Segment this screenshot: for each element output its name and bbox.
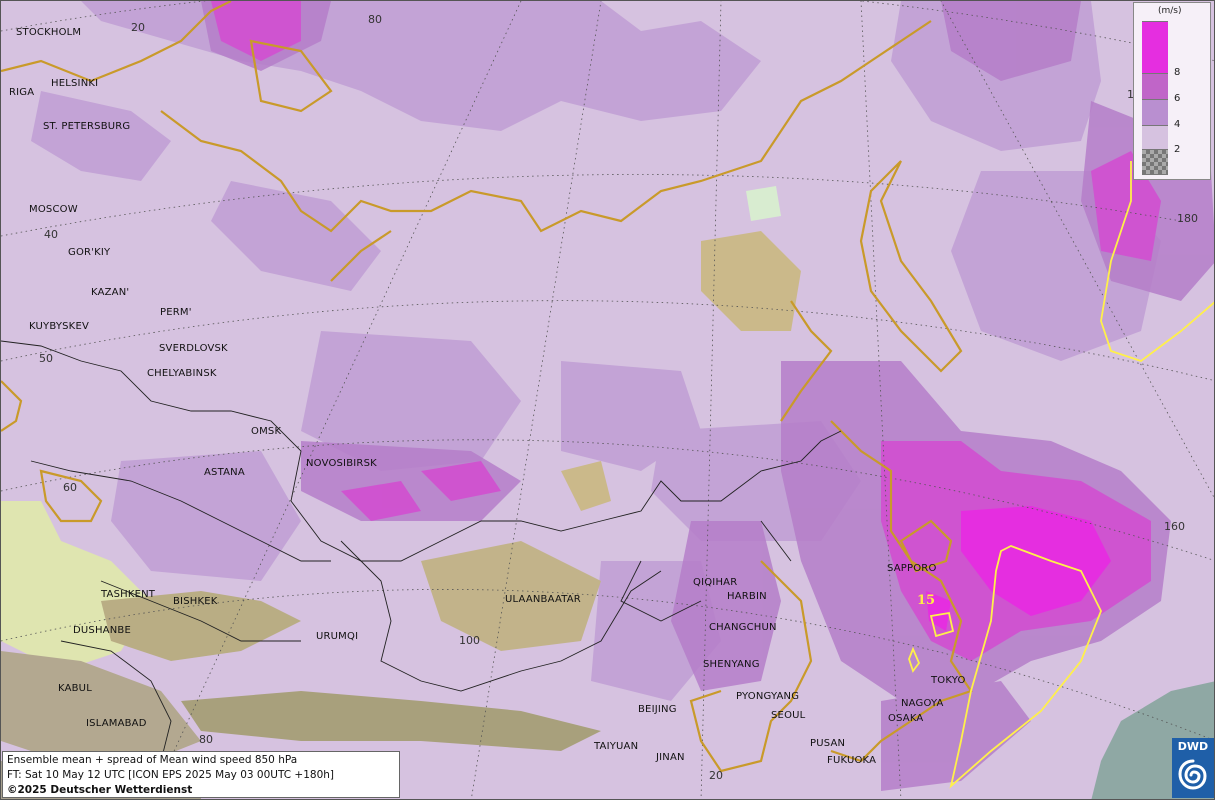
city-omsk: OMSK	[251, 426, 282, 437]
city-kabul: KABUL	[58, 683, 92, 694]
legend-level-2: 2	[1174, 144, 1181, 155]
city-tashkent: TASHKENT	[101, 589, 156, 600]
legend-level-4: 4	[1174, 119, 1181, 130]
grid-label-lon-20-top: 20	[131, 21, 145, 34]
city-st-petersburg: ST. PETERSBURG	[43, 121, 131, 132]
map-field-layer	[1, 1, 1214, 799]
city-sverdlovsk: SVERDLOVSK	[159, 343, 228, 354]
city-osaka: OSAKA	[888, 713, 924, 724]
city-ulaanbaatar: ULAANBAATAR	[505, 594, 581, 605]
weather-map: STOCKHOLM HELSINKI RIGA ST. PETERSBURG M…	[0, 0, 1215, 800]
city-taiyuan: TAIYUAN	[594, 741, 639, 752]
grid-label-lat-60: 60	[63, 481, 77, 494]
city-novosibirsk: NOVOSIBIRSK	[306, 458, 377, 469]
city-islamabad: ISLAMABAD	[86, 718, 147, 729]
info-forecast-time: FT: Sat 10 May 12 UTC [ICON EPS 2025 May…	[7, 769, 334, 781]
legend-swatch-6	[1142, 99, 1168, 126]
city-moscow: MOSCOW	[29, 204, 78, 215]
city-nagoya: NAGOYA	[901, 698, 944, 709]
grid-label-lat-50: 50	[39, 352, 53, 365]
city-sapporo: SAPPORO	[887, 563, 937, 574]
city-kazan: KAZAN'	[91, 287, 130, 298]
info-box: Ensemble mean + spread of Mean wind spee…	[2, 751, 400, 798]
city-qiqihar: QIQIHAR	[693, 577, 738, 588]
city-chelyabinsk: CHELYABINSK	[147, 368, 217, 379]
city-riga: RIGA	[9, 87, 35, 98]
legend-swatch-4	[1142, 125, 1168, 150]
dwd-swirl-icon	[1178, 759, 1207, 790]
legend-swatch-peak	[1142, 21, 1168, 74]
city-urumqi: URUMQI	[316, 631, 359, 642]
city-fukuoka: FUKUOKA	[827, 755, 877, 766]
grid-label-lon-20-bottom: 20	[709, 769, 723, 782]
color-legend: (m/s) 8 6 4 2	[1133, 2, 1211, 180]
info-copyright: ©2025 Deutscher Wetterdienst	[7, 784, 193, 796]
legend-unit: (m/s)	[1158, 6, 1182, 16]
dwd-logo-text: DWD	[1177, 740, 1209, 753]
info-title: Ensemble mean + spread of Mean wind spee…	[7, 754, 298, 766]
grid-label-lon-100: 100	[459, 634, 480, 647]
legend-level-8: 8	[1174, 67, 1181, 78]
city-jinan: JINAN	[656, 752, 685, 763]
city-gorkiy: GOR'KIY	[68, 247, 111, 258]
city-pyongyang: PYONGYANG	[736, 691, 800, 702]
city-tokyo: TOKYO	[931, 675, 966, 686]
city-helsinki: HELSINKI	[51, 78, 99, 89]
legend-swatch-2	[1142, 149, 1168, 175]
city-harbin: HARBIN	[727, 591, 767, 602]
city-changchun: CHANGCHUN	[709, 622, 777, 633]
legend-level-6: 6	[1174, 93, 1181, 104]
grid-label-lon-180: 180	[1177, 212, 1198, 225]
legend-swatch-8	[1142, 73, 1168, 100]
city-bishkek: BISHKEK	[173, 596, 218, 607]
city-dushanbe: DUSHANBE	[73, 625, 131, 636]
city-stockholm: STOCKHOLM	[16, 27, 82, 38]
city-pusan: PUSAN	[810, 738, 846, 749]
city-kuybyshev: KUYBYSKEV	[29, 321, 90, 332]
city-seoul: SEOUL	[771, 710, 806, 721]
grid-label-lon-80-bottom: 80	[199, 733, 213, 746]
city-shenyang: SHENYANG	[703, 659, 760, 670]
contour-label-15: 15	[917, 593, 936, 608]
city-astana: ASTANA	[204, 467, 245, 478]
grid-label-lat-40: 40	[44, 228, 58, 241]
dwd-logo: DWD	[1172, 738, 1214, 798]
grid-label-lon-160: 160	[1164, 520, 1185, 533]
city-beijing: BEIJING	[638, 704, 677, 715]
grid-label-lon-80-top: 80	[368, 13, 382, 26]
city-perm: PERM'	[160, 307, 192, 318]
